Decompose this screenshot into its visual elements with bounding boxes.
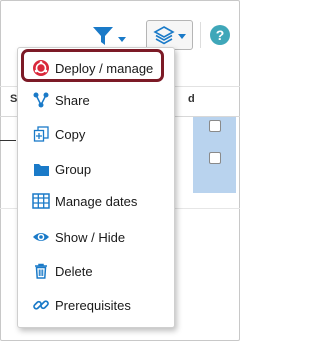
menu-item-show-hide[interactable]: Show / Hide — [18, 224, 176, 250]
folder-icon — [32, 160, 50, 178]
menu-item-label: Group — [55, 161, 92, 177]
layers-icon — [153, 26, 175, 45]
row-checkbox[interactable] — [209, 120, 221, 132]
funnel-icon — [93, 27, 113, 45]
menu-item-label: Share — [55, 92, 90, 108]
menu-item-label: Manage dates — [55, 193, 138, 209]
menu-item-label: Copy — [55, 126, 86, 142]
menu-item-prerequisites[interactable]: Prerequisites — [18, 292, 176, 318]
link-icon — [32, 296, 50, 314]
menu-item-label: Prerequisites — [55, 297, 131, 313]
menu-item-label: Show / Hide — [55, 229, 126, 245]
menu-item-share[interactable]: Share — [18, 87, 176, 113]
menu-item-copy[interactable]: Copy — [18, 121, 176, 147]
trash-icon — [32, 262, 50, 280]
menu-item-highlight — [21, 49, 164, 82]
filter-button[interactable] — [92, 24, 128, 48]
copy-icon — [32, 125, 50, 143]
menu-item-manage-dates[interactable]: Manage dates — [18, 188, 176, 214]
row-checkbox[interactable] — [209, 152, 221, 164]
chevron-down-icon — [178, 34, 186, 39]
help-button[interactable]: ? — [210, 25, 230, 45]
eye-icon — [32, 228, 50, 246]
menu-item-delete[interactable]: Delete — [18, 258, 176, 284]
table-header-right: d — [188, 93, 195, 105]
layers-dropdown-menu: Deploy / manage Share Copy Group Manage … — [17, 47, 175, 328]
menu-item-group[interactable]: Group — [18, 156, 176, 182]
menu-item-label: Delete — [55, 263, 93, 279]
chevron-down-icon — [118, 36, 126, 42]
table-row-line — [0, 140, 16, 141]
share-icon — [32, 91, 50, 109]
toolbar-divider — [200, 22, 201, 48]
calendar-grid-icon — [32, 192, 50, 210]
layers-menu-button[interactable] — [146, 20, 193, 50]
